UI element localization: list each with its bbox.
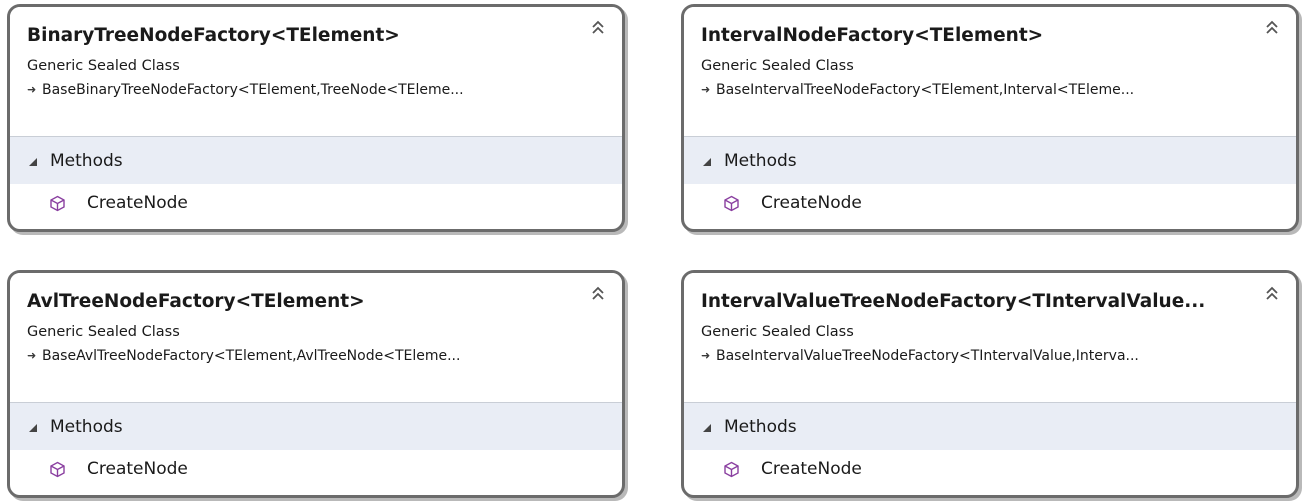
method-cube-icon bbox=[724, 195, 739, 211]
base-type-line: ➜ BaseAvlTreeNodeFactory<TElement, AvlTr… bbox=[27, 347, 612, 365]
class-title: AvlTreeNodeFactory<TElement> bbox=[27, 290, 572, 314]
section-label: Methods bbox=[724, 150, 797, 171]
base-type-prefix: BaseAvlTreeNodeFactory<TElement, bbox=[42, 348, 297, 364]
base-type-prefix: BaseBinaryTreeNodeFactory<TElement, bbox=[42, 82, 321, 98]
class-title: IntervalValueTreeNodeFactory<TIntervalVa… bbox=[701, 290, 1246, 314]
method-cube-icon bbox=[50, 195, 65, 211]
class-type-params: <TIntervalValue... bbox=[1016, 291, 1206, 312]
base-type-suffix: AvlTreeNode<TEleme... bbox=[296, 348, 461, 364]
class-title: BinaryTreeNodeFactory<TElement> bbox=[27, 24, 572, 48]
class-name: IntervalValueTreeNodeFactory bbox=[701, 291, 1017, 312]
section-label: Methods bbox=[50, 416, 123, 437]
base-type-suffix: Interval<TEleme... bbox=[1003, 82, 1135, 98]
method-row-create-node[interactable]: CreateNode bbox=[10, 184, 622, 222]
base-type-line: ➜ BaseBinaryTreeNodeFactory<TElement, Tr… bbox=[27, 81, 612, 99]
class-header: IntervalValueTreeNodeFactory<TIntervalVa… bbox=[684, 273, 1296, 402]
class-stereotype: Generic Sealed Class bbox=[701, 58, 854, 74]
methods-section-header[interactable]: Methods bbox=[10, 137, 622, 184]
method-row-create-node[interactable]: CreateNode bbox=[684, 184, 1296, 222]
class-header: IntervalNodeFactory<TElement> Generic Se… bbox=[684, 7, 1296, 136]
methods-section-header[interactable]: Methods bbox=[10, 403, 622, 450]
method-name: CreateNode bbox=[87, 459, 188, 479]
double-chevron-up-icon[interactable] bbox=[590, 285, 606, 303]
class-name: AvlTreeNodeFactory bbox=[27, 291, 236, 312]
method-name: CreateNode bbox=[761, 193, 862, 213]
section-label: Methods bbox=[50, 150, 123, 171]
inheritance-arrow-icon: ➜ bbox=[27, 349, 37, 362]
expanded-triangle-icon bbox=[703, 157, 711, 166]
method-name: CreateNode bbox=[87, 193, 188, 213]
method-name: CreateNode bbox=[761, 459, 862, 479]
class-name: BinaryTreeNodeFactory bbox=[27, 25, 271, 46]
base-type-suffix: TreeNode<TEleme... bbox=[320, 82, 464, 98]
inheritance-arrow-icon: ➜ bbox=[27, 83, 37, 96]
class-shape-interval-value-tree-node-factory[interactable]: IntervalValueTreeNodeFactory<TIntervalVa… bbox=[681, 270, 1299, 498]
base-type-line: ➜ BaseIntervalTreeNodeFactory<TElement, … bbox=[701, 81, 1286, 99]
methods-section-header[interactable]: Methods bbox=[684, 403, 1296, 450]
base-type-line: ➜ BaseIntervalValueTreeNodeFactory<TInte… bbox=[701, 347, 1286, 365]
method-row-create-node[interactable]: CreateNode bbox=[684, 450, 1296, 488]
class-type-params: <TElement> bbox=[270, 25, 400, 46]
class-stereotype: Generic Sealed Class bbox=[701, 324, 854, 340]
class-name: IntervalNodeFactory bbox=[701, 25, 915, 46]
class-shape-interval-node-factory[interactable]: IntervalNodeFactory<TElement> Generic Se… bbox=[681, 4, 1299, 232]
expanded-triangle-icon bbox=[29, 423, 37, 432]
section-label: Methods bbox=[724, 416, 797, 437]
inheritance-arrow-icon: ➜ bbox=[701, 83, 711, 96]
double-chevron-up-icon[interactable] bbox=[590, 19, 606, 37]
double-chevron-up-icon[interactable] bbox=[1264, 285, 1280, 303]
class-shape-avl-tree-node-factory[interactable]: AvlTreeNodeFactory<TElement> Generic Sea… bbox=[7, 270, 625, 498]
expanded-triangle-icon bbox=[703, 423, 711, 432]
method-cube-icon bbox=[50, 461, 65, 477]
methods-section-header[interactable]: Methods bbox=[684, 137, 1296, 184]
inheritance-arrow-icon: ➜ bbox=[701, 349, 711, 362]
double-chevron-up-icon[interactable] bbox=[1264, 19, 1280, 37]
class-stereotype: Generic Sealed Class bbox=[27, 324, 180, 340]
class-title: IntervalNodeFactory<TElement> bbox=[701, 24, 1246, 48]
expanded-triangle-icon bbox=[29, 157, 37, 166]
method-cube-icon bbox=[724, 461, 739, 477]
class-type-params: <TElement> bbox=[914, 25, 1044, 46]
base-type-prefix: BaseIntervalValueTreeNodeFactory<TInterv… bbox=[716, 348, 1076, 364]
class-header: AvlTreeNodeFactory<TElement> Generic Sea… bbox=[10, 273, 622, 402]
class-header: BinaryTreeNodeFactory<TElement> Generic … bbox=[10, 7, 622, 136]
base-type-prefix: BaseIntervalTreeNodeFactory<TElement, bbox=[716, 82, 1004, 98]
base-type-suffix: Interva... bbox=[1075, 348, 1139, 364]
method-row-create-node[interactable]: CreateNode bbox=[10, 450, 622, 488]
class-shape-binary-tree-node-factory[interactable]: BinaryTreeNodeFactory<TElement> Generic … bbox=[7, 4, 625, 232]
class-type-params: <TElement> bbox=[235, 291, 365, 312]
class-stereotype: Generic Sealed Class bbox=[27, 58, 180, 74]
